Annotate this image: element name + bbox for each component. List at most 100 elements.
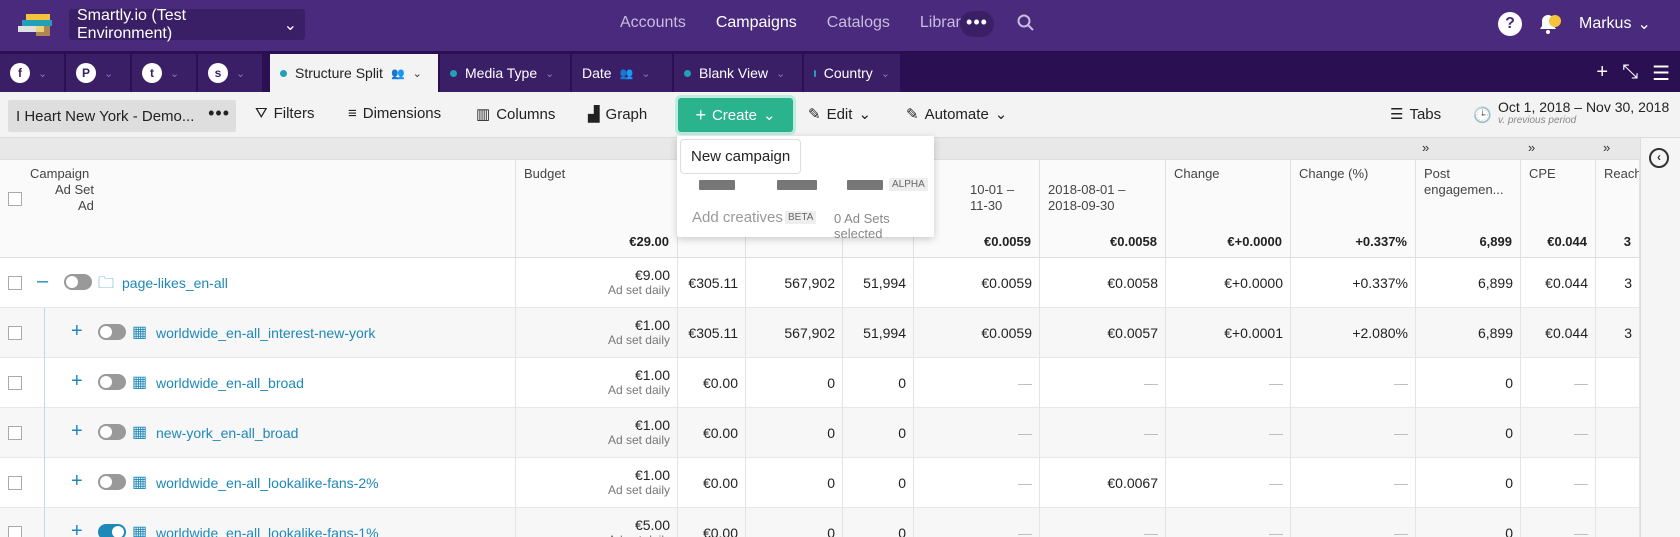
budget-cell[interactable]: €1.00 Ad set daily	[516, 458, 678, 508]
notification-bell-icon[interactable]	[1536, 12, 1562, 36]
expand-icon[interactable]: +	[71, 520, 83, 537]
nav-campaigns[interactable]: Campaigns	[716, 14, 797, 32]
hamburger-menu-icon[interactable]: ☰	[1652, 61, 1670, 86]
cell-spend: €0.00	[678, 458, 746, 508]
row-checkbox[interactable]	[8, 376, 22, 390]
add-tab-icon[interactable]: +	[1596, 61, 1608, 86]
account-selector[interactable]: I Heart New York - Demo... •••	[8, 100, 236, 132]
expand-icon[interactable]: +	[71, 370, 83, 393]
expand-icon[interactable]: +	[71, 320, 83, 343]
expand-column-icon[interactable]: »	[1422, 140, 1429, 155]
table-row[interactable]: + ▦ worldwide_en-all_lookalike-fans-1% €5.0…	[0, 508, 1640, 537]
status-toggle[interactable]	[98, 524, 126, 537]
collapse-icon[interactable]: –	[37, 270, 48, 293]
row-checkbox[interactable]	[8, 426, 22, 440]
expand-column-icon[interactable]: »	[1528, 140, 1535, 155]
status-toggle[interactable]	[98, 374, 126, 390]
smartly-logo-icon[interactable]	[18, 12, 58, 38]
column-header-change[interactable]: Change €+0.0000	[1166, 160, 1291, 258]
date-range-picker[interactable]: Oct 1, 2018 – Nov 30, 2018 v. previous p…	[1498, 100, 1669, 128]
organization-selector[interactable]: Smartly.io (Test Environment) ⌄	[69, 7, 305, 42]
tab-date[interactable]: Date 👥 ⌄	[572, 54, 672, 92]
column-header-cpe[interactable]: CPE €0.044	[1521, 160, 1596, 258]
column-header-post-engagement[interactable]: Post engagemen... 6,899	[1416, 160, 1521, 258]
table-row[interactable]: + ▦ new-york_en-all_broad €1.00 Ad set daily…	[0, 408, 1640, 458]
tab-blank-view[interactable]: Blank View ⌄	[674, 54, 802, 92]
cell-cpe: —	[1521, 358, 1596, 408]
nav-catalogs[interactable]: Catalogs	[827, 14, 890, 32]
select-all-checkbox[interactable]	[8, 192, 22, 206]
budget-total: €29.00	[629, 234, 669, 249]
dimensions-button[interactable]: ≡ Dimensions	[348, 105, 441, 122]
tab-network-facebook[interactable]: f ⌄	[0, 54, 64, 92]
name-cell: + ▦ worldwide_en-all_interest-new-york	[0, 308, 516, 358]
user-menu[interactable]: Markus ⌄	[1579, 14, 1651, 34]
expand-column-icon[interactable]: »	[1603, 140, 1610, 155]
redacted-menu-item[interactable]	[777, 180, 817, 190]
row-name-link[interactable]: worldwide_en-all_interest-new-york	[156, 308, 375, 358]
graph-button[interactable]: ▟ Graph	[588, 105, 647, 124]
tab-network-twitter[interactable]: t ⌄	[132, 54, 196, 92]
tabs-button[interactable]: ☰ Tabs	[1390, 105, 1441, 124]
add-creatives-menu-item[interactable]: Add creatives	[692, 209, 783, 226]
budget-cell[interactable]: €1.00 Ad set daily	[516, 308, 678, 358]
table-row[interactable]: + ▦ worldwide_en-all_interest-new-york €1.0…	[0, 308, 1640, 358]
cell-clicks: 0	[843, 458, 914, 508]
cell-chg: —	[1166, 358, 1291, 408]
column-header-budget[interactable]: Budget €29.00	[516, 160, 678, 258]
row-name-link[interactable]: worldwide_en-all_lookalike-fans-2%	[156, 458, 379, 508]
automate-button[interactable]: ✎ Automate ⌄	[906, 105, 1007, 124]
row-name-link[interactable]: new-york_en-all_broad	[156, 408, 298, 458]
table-row[interactable]: + ▦ worldwide_en-all_broad €1.00 Ad set dail…	[0, 358, 1640, 408]
row-checkbox[interactable]	[8, 476, 22, 490]
status-toggle[interactable]	[98, 474, 126, 490]
create-button[interactable]: + Create ⌄	[678, 98, 793, 132]
table-row[interactable]: + ▦ worldwide_en-all_lookalike-fans-2% €1.0…	[0, 458, 1640, 508]
expand-icon[interactable]: +	[71, 420, 83, 443]
budget-cell[interactable]: €1.00 Ad set daily	[516, 358, 678, 408]
status-toggle[interactable]	[64, 274, 92, 290]
columns-button[interactable]: ▥ Columns	[476, 105, 555, 124]
nav-accounts[interactable]: Accounts	[620, 14, 686, 32]
row-checkbox[interactable]	[8, 276, 22, 290]
table-row[interactable]: – 🗀 page-likes_en-all €9.00 Ad set daily €305…	[0, 258, 1640, 308]
tab-network-snapchat[interactable]: s ⌄	[198, 54, 262, 92]
row-checkbox[interactable]	[8, 326, 22, 340]
period-a-total: €0.0059	[984, 234, 1031, 249]
budget-cell[interactable]: €9.00 Ad set daily	[516, 258, 678, 308]
new-campaign-menu-item[interactable]: New campaign	[681, 140, 801, 173]
budget-cell[interactable]: €5.00Ad set daily	[516, 508, 678, 537]
tab-media-type[interactable]: Media Type ⌄	[440, 54, 570, 92]
redacted-menu-item[interactable]	[847, 180, 883, 190]
tab-structure-split[interactable]: Structure Split 👥 ⌄	[270, 54, 438, 92]
status-toggle[interactable]	[98, 424, 126, 440]
tab-network-pinterest[interactable]: P ⌄	[66, 54, 130, 92]
more-menu-button[interactable]: •••	[960, 11, 994, 37]
chevron-left-icon[interactable]: ‹	[1649, 148, 1669, 168]
budget-cell[interactable]: €1.00 Ad set daily	[516, 408, 678, 458]
row-name-link[interactable]: worldwide_en-all_lookalike-fans-1%	[156, 508, 379, 537]
column-header-reach[interactable]: Reach 3	[1596, 160, 1640, 258]
row-name-link[interactable]: page-likes_en-all	[122, 258, 228, 308]
row-checkbox[interactable]	[8, 526, 22, 537]
clock-icon[interactable]: 🕒	[1473, 106, 1492, 124]
chevron-down-icon: ⌄	[283, 16, 297, 34]
help-icon[interactable]: ?	[1498, 12, 1522, 36]
collapse-icon[interactable]: ⤡	[1622, 61, 1638, 86]
status-toggle[interactable]	[98, 324, 126, 340]
redacted-menu-item[interactable]	[699, 180, 735, 190]
budget-type: Ad set daily	[607, 433, 670, 447]
edit-button[interactable]: ✎ Edit ⌄	[808, 105, 871, 124]
period-a-label: 10-01 – 11-30	[970, 182, 1015, 213]
column-header-change-percent[interactable]: Change (%) +0.337%	[1291, 160, 1416, 258]
tab-country[interactable]: Country ⌄	[804, 54, 900, 92]
column-header-period-b[interactable]: 2018-08-01 – 2018-09-30 €0.0058	[1040, 160, 1166, 258]
search-icon[interactable]	[1017, 14, 1035, 32]
adsets-selected-count: 0 Ad Sets selected	[834, 211, 890, 241]
expand-icon[interactable]: +	[71, 470, 83, 493]
main-navigation: Accounts Campaigns Catalogs Library	[620, 14, 999, 32]
column-header-campaign[interactable]: Campaign Ad Set Ad	[0, 160, 516, 258]
row-name-link[interactable]: worldwide_en-all_broad	[156, 358, 304, 408]
filters-button[interactable]: ⛛ Filters	[255, 105, 314, 122]
more-horizontal-icon[interactable]: •••	[208, 103, 230, 124]
